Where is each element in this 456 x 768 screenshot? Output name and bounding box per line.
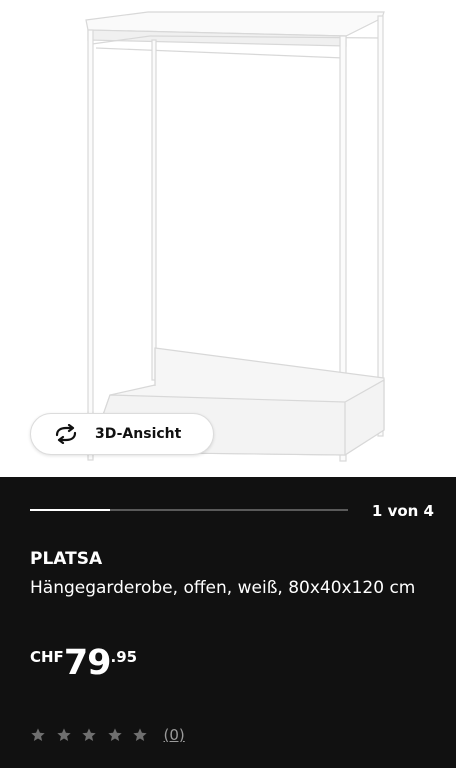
gallery-counter: 1 von 4 [371, 502, 434, 520]
product-rating[interactable]: (0) [30, 726, 185, 744]
product-name[interactable]: PLATSA [30, 549, 102, 569]
view-3d-button[interactable]: 3D-Ansicht [30, 413, 214, 455]
product-image [85, 11, 385, 462]
product-price: CHF79.95 [30, 645, 137, 681]
product-image-gallery[interactable]: 3D-Ansicht [0, 0, 456, 477]
product-description[interactable]: Hängegarderobe, offen, weiß, 80x40x120 c… [30, 576, 442, 600]
product-info-panel: 1 von 4 PLATSA Hängegarderobe, offen, we… [0, 477, 456, 768]
review-count-link[interactable]: (0) [164, 726, 185, 744]
price-integer: 79 [63, 643, 112, 683]
price-decimal: .95 [110, 648, 138, 666]
star-icon [56, 727, 72, 743]
star-icon [81, 727, 97, 743]
star-icon [30, 727, 46, 743]
gallery-progress-bar [30, 509, 348, 511]
price-currency: CHF [30, 648, 64, 666]
star-icon [132, 727, 148, 743]
star-icon [107, 727, 123, 743]
view-3d-label: 3D-Ansicht [95, 426, 182, 442]
gallery-progress-fill [30, 509, 110, 511]
rotate-3d-icon [53, 424, 79, 444]
